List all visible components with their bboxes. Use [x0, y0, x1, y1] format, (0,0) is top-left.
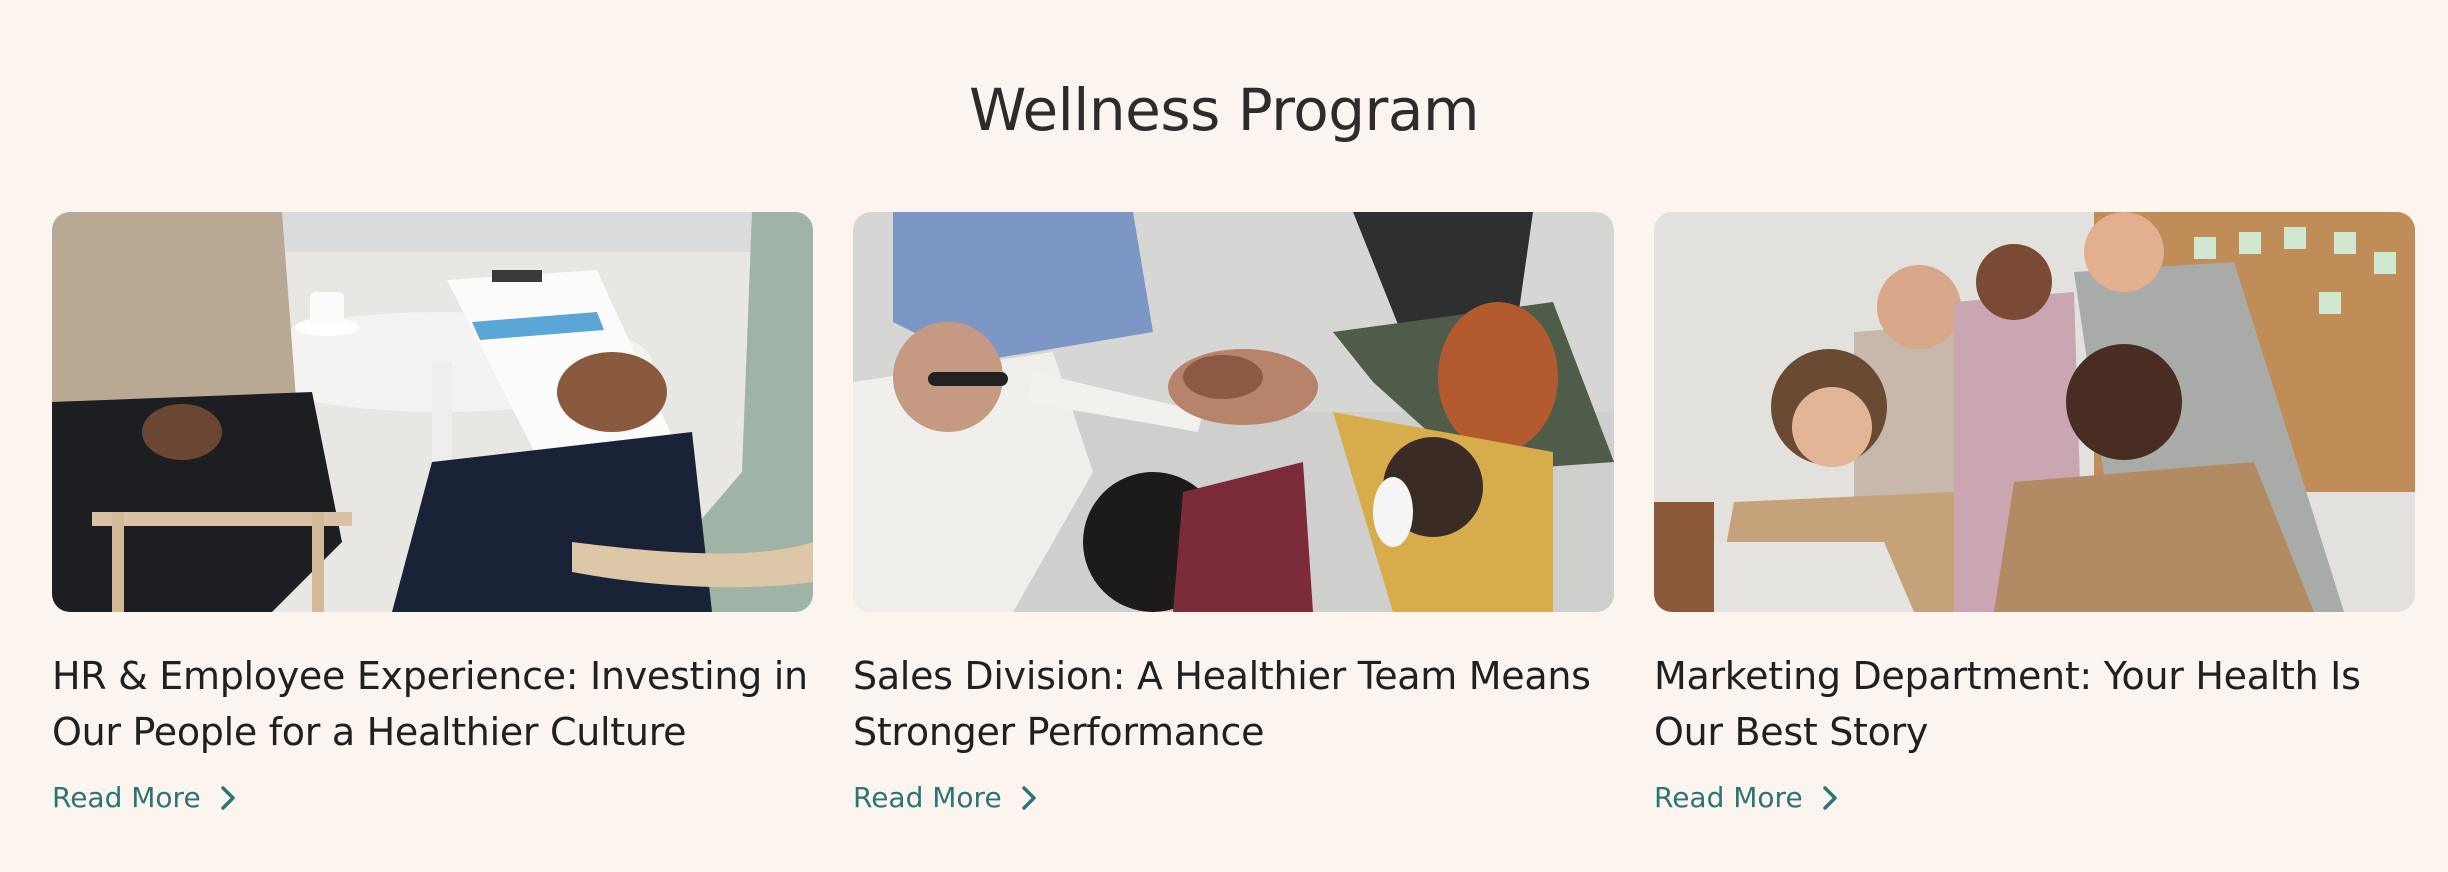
card-title: Sales Division: A Healthier Team Means S…: [853, 654, 1591, 754]
read-more-link[interactable]: Read More: [52, 778, 237, 818]
article-card[interactable]: Marketing Department: Your Health Is Our…: [1654, 212, 2415, 818]
chevron-right-icon: [1821, 785, 1839, 811]
article-card[interactable]: HR & Employee Experience: Investing in O…: [52, 212, 813, 818]
article-card[interactable]: Sales Division: A Healthier Team Means S…: [853, 212, 1614, 818]
read-more-link[interactable]: Read More: [853, 778, 1038, 818]
card-image[interactable]: [1654, 212, 2415, 612]
section-title: Wellness Program: [969, 76, 1479, 144]
read-more-label: Read More: [1654, 781, 1803, 814]
chevron-right-icon: [219, 785, 237, 811]
card-title: HR & Employee Experience: Investing in O…: [52, 654, 808, 754]
chevron-right-icon: [1020, 785, 1038, 811]
read-more-label: Read More: [52, 781, 201, 814]
card-image[interactable]: [52, 212, 813, 612]
read-more-label: Read More: [853, 781, 1002, 814]
card-image[interactable]: [853, 212, 1614, 612]
read-more-link[interactable]: Read More: [1654, 778, 1839, 818]
card-title: Marketing Department: Your Health Is Our…: [1654, 654, 2361, 754]
